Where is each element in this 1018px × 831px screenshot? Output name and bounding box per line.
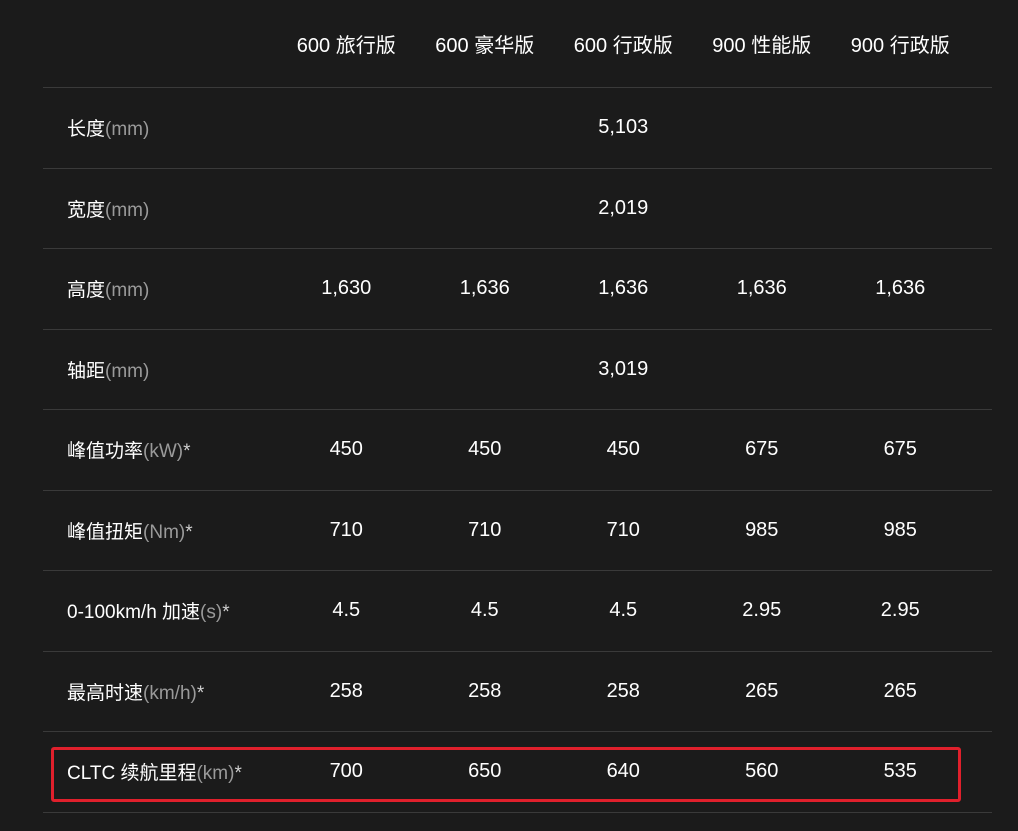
- table-row-cltc-range: CLTC 续航里程(km)* 700 650 640 560 535: [43, 732, 992, 813]
- span-value: 5,103: [598, 116, 649, 139]
- row-label-text: 0-100km/h 加速: [67, 602, 201, 624]
- table-row-length: 长度(mm) 5,103: [43, 88, 992, 169]
- value-cell: 1,636: [598, 277, 649, 300]
- table-row-top-speed: 最高时速(km/h)* 258 258 258 265 265: [43, 652, 992, 732]
- value-cell: 985: [745, 518, 779, 541]
- span-value: 3,019: [598, 357, 649, 380]
- row-label: 轴距(mm): [43, 356, 277, 383]
- row-label-footnote-mark: *: [234, 763, 242, 785]
- table-row-acceleration: 0-100km/h 加速(s)* 4.5 4.5 4.5 2.95 2.95: [43, 571, 992, 652]
- row-label: 高度(mm): [43, 275, 277, 302]
- value-cell: 650: [468, 760, 502, 783]
- value-cell: 4.5: [609, 599, 638, 622]
- row-label-unit: (mm): [105, 280, 150, 302]
- row-label-footnote-mark: *: [183, 441, 191, 463]
- value-cell: 560: [745, 760, 779, 783]
- value-cell: 4.5: [470, 599, 499, 622]
- value-cell: 985: [883, 518, 917, 541]
- row-label-footnote-mark: *: [196, 682, 205, 704]
- row-label-text: 峰值扭矩: [67, 521, 144, 543]
- row-label: 峰值扭矩(Nm)*: [43, 517, 277, 544]
- row-label-text: 高度: [67, 280, 106, 302]
- row-label-unit: (mm): [105, 360, 150, 382]
- value-cell: 675: [883, 438, 917, 461]
- row-label-unit: (km/h): [143, 682, 197, 704]
- value-cell: 265: [745, 679, 779, 702]
- header-row: 600 旅行版 600 豪华版 600 行政版 900 性能版 900 行政版: [43, 0, 992, 88]
- row-label-footnote-mark: *: [222, 602, 230, 624]
- column-header-600-executive: 600 行政版: [573, 35, 673, 57]
- row-label: CLTC 续航里程(km)*: [43, 758, 277, 785]
- row-label-text: CLTC 续航里程: [67, 763, 197, 785]
- row-label: 峰值功率(kW)*: [43, 436, 277, 463]
- row-label: 长度(mm): [43, 114, 277, 141]
- row-label-text: 轴距: [67, 360, 106, 382]
- table-row-height: 高度(mm) 1,630 1,636 1,636 1,636 1,636: [43, 249, 992, 330]
- value-cell: 710: [606, 518, 640, 541]
- value-cell: 258: [329, 679, 363, 702]
- row-label-unit: (kW): [143, 441, 184, 463]
- row-label-text: 最高时速: [67, 682, 144, 704]
- table-row-width: 宽度(mm) 2,019: [43, 169, 992, 249]
- spec-table: 600 旅行版 600 豪华版 600 行政版 900 性能版 900 行政版 …: [43, 0, 992, 813]
- value-cell: 2.95: [742, 599, 782, 622]
- row-label-unit: (mm): [105, 119, 150, 141]
- value-cell: 1,636: [736, 277, 787, 300]
- span-value: 2,019: [598, 196, 649, 219]
- value-cell: 265: [883, 679, 917, 702]
- value-cell: 710: [468, 518, 502, 541]
- column-header-900-performance: 900 性能版: [712, 35, 812, 57]
- row-label-unit: (Nm): [143, 521, 186, 543]
- value-cell: 450: [468, 438, 502, 461]
- table-row-peak-power: 峰值功率(kW)* 450 450 450 675 675: [43, 410, 992, 491]
- row-label-text: 宽度: [67, 199, 106, 221]
- value-cell: 258: [468, 679, 502, 702]
- row-label: 宽度(mm): [43, 195, 277, 222]
- row-label-unit: (mm): [105, 199, 150, 221]
- table-row-wheelbase: 轴距(mm) 3,019: [43, 330, 992, 410]
- value-cell: 640: [606, 760, 640, 783]
- row-label: 0-100km/h 加速(s)*: [43, 597, 277, 624]
- value-cell: 450: [606, 438, 640, 461]
- value-cell: 258: [606, 679, 640, 702]
- value-cell: 4.5: [332, 599, 361, 622]
- row-label-footnote-mark: *: [185, 521, 193, 543]
- row-label-text: 长度: [67, 119, 106, 141]
- value-cell: 1,636: [875, 277, 926, 300]
- value-cell: 1,630: [321, 277, 372, 300]
- table-row-peak-torque: 峰值扭矩(Nm)* 710 710 710 985 985: [43, 491, 992, 571]
- row-label-text: 峰值功率: [67, 441, 144, 463]
- row-label-unit: (km): [196, 763, 235, 785]
- value-cell: 710: [329, 518, 363, 541]
- row-label: 最高时速(km/h)*: [43, 678, 277, 705]
- value-cell: 675: [745, 438, 779, 461]
- column-header-600-luxury: 600 豪华版: [435, 35, 535, 57]
- value-cell: 535: [883, 760, 917, 783]
- row-label-unit: (s): [200, 602, 223, 624]
- value-cell: 2.95: [880, 599, 920, 622]
- column-header-600-touring: 600 旅行版: [296, 35, 396, 57]
- column-header-900-executive: 900 行政版: [850, 35, 950, 57]
- value-cell: 450: [329, 438, 363, 461]
- value-cell: 1,636: [459, 277, 510, 300]
- value-cell: 700: [329, 760, 363, 783]
